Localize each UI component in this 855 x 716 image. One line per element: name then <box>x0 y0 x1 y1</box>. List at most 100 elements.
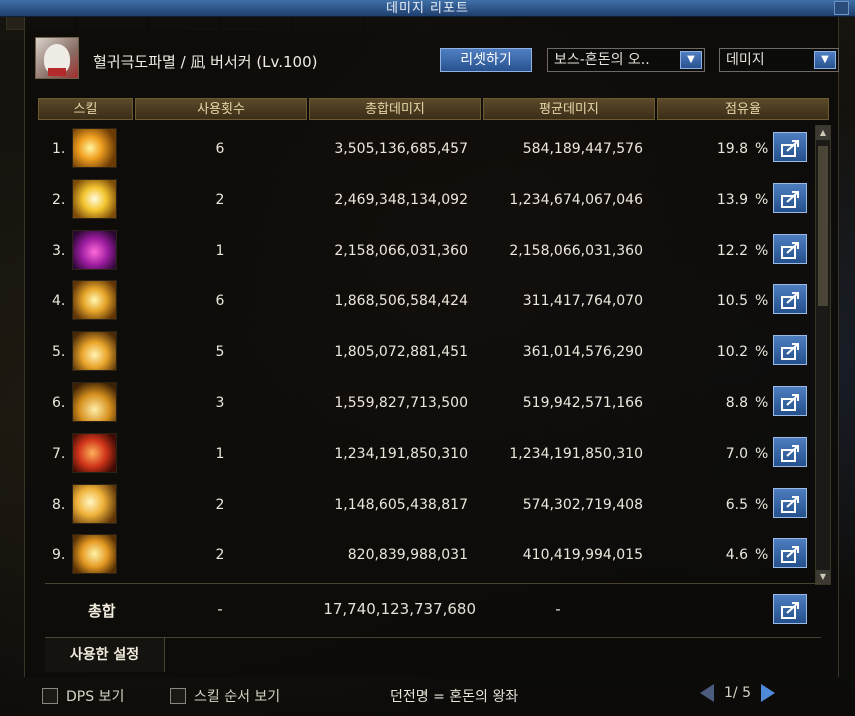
chevron-down-icon[interactable]: ▼ <box>680 51 702 69</box>
share-icon <box>781 444 799 462</box>
total-damage: 820,839,988,031 <box>347 547 468 564</box>
table-row[interactable]: 6. 3 1,559,827,713,500 519,942,571,166 8… <box>38 377 818 428</box>
total-damage: 2,469,348,134,092 <box>334 191 468 208</box>
use-count: 5 <box>215 344 225 361</box>
share-button[interactable] <box>773 538 807 569</box>
percent-sign: % <box>755 242 769 259</box>
damage-report-window: 혈귀극도파멸 / 凪 버서커 (Lv.100) 리셋하기 보스-혼돈의 오.. … <box>24 17 839 677</box>
rank: 5. <box>52 344 66 361</box>
table-row[interactable]: 8. 2 1,148,605,438,817 574,302,719,408 6… <box>38 479 818 530</box>
window-titlebar[interactable]: 데미지 리포트 <box>0 0 855 17</box>
settings-bar: 사용한 설정 <box>45 637 821 673</box>
skill-order-toggle[interactable]: 스킬 순서 보기 <box>170 686 280 706</box>
target-select[interactable]: 보스-혼돈의 오.. ▼ <box>547 48 705 72</box>
avg-damage: 2,158,066,031,360 <box>509 242 643 259</box>
col-skill[interactable]: 스킬 <box>38 98 133 120</box>
dps-checkbox[interactable] <box>42 688 58 704</box>
use-count: 1 <box>215 242 225 259</box>
chevron-down-icon[interactable]: ▼ <box>814 51 836 69</box>
percent-sign: % <box>755 344 769 361</box>
total-damage: 1,868,506,584,424 <box>334 293 468 310</box>
claw-slash-icon <box>72 483 117 524</box>
rank: 3. <box>52 242 66 259</box>
use-count: 1 <box>215 445 225 462</box>
use-count: 6 <box>215 141 225 157</box>
percent-sign: % <box>755 293 769 310</box>
avatar <box>35 37 79 79</box>
percent-sign: % <box>755 191 769 208</box>
next-page-icon[interactable] <box>760 684 775 702</box>
metric-select[interactable]: 데미지 ▼ <box>719 48 839 72</box>
percent-sign: % <box>755 496 769 513</box>
dps-label: DPS 보기 <box>66 689 125 705</box>
tab-used-settings[interactable]: 사용한 설정 <box>45 638 165 672</box>
table-row[interactable]: 1. 6 3,505,136,685,457 584,189,447,576 1… <box>38 123 818 174</box>
dps-toggle[interactable]: DPS 보기 <box>42 686 124 706</box>
share-button[interactable] <box>773 385 807 416</box>
table-row[interactable]: 5. 5 1,805,072,881,451 361,014,576,290 1… <box>38 326 818 377</box>
share-button[interactable] <box>773 594 807 624</box>
rage-beast-icon <box>72 432 117 473</box>
col-uses[interactable]: 사용횟수 <box>135 98 307 120</box>
percent-sign: % <box>755 445 769 462</box>
share-button[interactable] <box>773 335 807 366</box>
share-percent: 8.8 <box>725 394 748 411</box>
use-count: 6 <box>215 293 225 310</box>
rank: 8. <box>52 496 66 513</box>
share-percent: 6.5 <box>725 496 748 513</box>
share-button[interactable] <box>773 436 807 467</box>
rank: 2. <box>52 191 66 208</box>
slash-burst-icon <box>72 128 117 168</box>
share-button[interactable] <box>773 132 807 162</box>
total-damage: 1,559,827,713,500 <box>334 394 468 411</box>
col-share[interactable]: 점유율 <box>657 98 829 120</box>
report-header: 혈귀극도파멸 / 凪 버서커 (Lv.100) 리셋하기 보스-혼돈의 오.. … <box>35 37 839 81</box>
page-indicator: 1/ 5 <box>724 685 751 701</box>
skill-order-checkbox[interactable] <box>170 688 186 704</box>
summary-uses: - <box>217 600 223 618</box>
avg-damage: 584,189,447,576 <box>522 141 643 157</box>
col-total-damage[interactable]: 총합데미지 <box>309 98 481 120</box>
skill-table: 1. 6 3,505,136,685,457 584,189,447,576 1… <box>38 123 818 580</box>
table-header: 스킬 사용횟수 총합데미지 평균데미지 점유율 <box>38 98 831 120</box>
blood-fortress-icon <box>72 280 117 321</box>
share-icon <box>781 140 799 157</box>
share-button[interactable] <box>773 487 807 518</box>
scroll-down-icon[interactable]: ▼ <box>816 570 830 584</box>
share-percent: 10.2 <box>716 344 748 361</box>
table-row[interactable]: 7. 1 1,234,191,850,310 1,234,191,850,310… <box>38 428 818 479</box>
share-button[interactable] <box>773 182 807 213</box>
avg-damage: 1,234,674,067,046 <box>509 191 643 208</box>
share-percent: 12.2 <box>716 242 748 259</box>
table-row[interactable]: 2. 2 2,469,348,134,092 1,234,674,067,046… <box>38 174 818 225</box>
avg-damage: 361,014,576,290 <box>522 344 643 361</box>
summary-label: 총합 <box>88 602 116 620</box>
avg-damage: 519,942,571,166 <box>522 394 643 411</box>
share-icon <box>781 343 799 361</box>
total-damage: 1,234,191,850,310 <box>334 445 468 462</box>
share-button[interactable] <box>773 233 807 264</box>
table-row[interactable]: 4. 6 1,868,506,584,424 311,417,764,070 1… <box>38 275 818 326</box>
summary-row: 총합 - 17,740,123,737,680 - <box>38 585 831 633</box>
table-row[interactable]: 3. 1 2,158,066,031,360 2,158,066,031,360… <box>38 225 818 276</box>
col-avg-damage[interactable]: 평균데미지 <box>483 98 655 120</box>
dungeon-name: 던전명 = 혼돈의 왕좌 <box>390 689 519 705</box>
share-icon <box>781 495 799 513</box>
percent-sign: % <box>755 141 769 157</box>
prev-page-icon[interactable] <box>700 684 714 702</box>
ground-eruption-icon <box>72 381 117 422</box>
whirlwind-icon <box>72 534 117 575</box>
scroll-up-icon[interactable]: ▲ <box>816 126 830 140</box>
rank: 7. <box>52 445 66 462</box>
table-row[interactable]: 9. 2 820,839,988,031 410,419,994,015 4.6… <box>38 529 818 580</box>
reset-button[interactable]: 리셋하기 <box>440 48 532 72</box>
total-damage: 1,148,605,438,817 <box>334 496 468 513</box>
share-button[interactable] <box>773 284 807 315</box>
scrollbar[interactable]: ▲ ▼ <box>815 125 831 585</box>
flame-burst-icon <box>72 331 117 372</box>
scroll-thumb[interactable] <box>818 146 828 306</box>
share-icon <box>781 190 799 208</box>
use-count: 2 <box>215 496 225 513</box>
close-button[interactable] <box>834 1 849 15</box>
summary-total: 17,740,123,737,680 <box>323 600 476 618</box>
